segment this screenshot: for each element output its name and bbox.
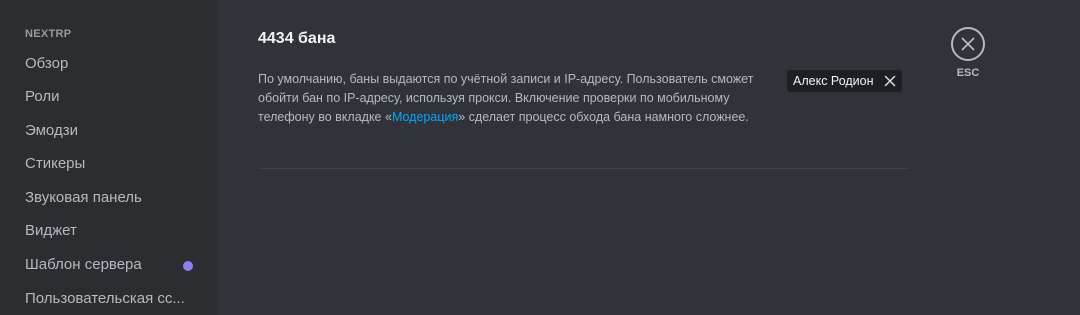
sidebar-item-label: Пользовательская сс... [25,290,185,307]
description-text-end: » сделает процесс обхода бана намного сл… [458,110,749,124]
divider [258,168,910,169]
sidebar-item-label: Стикеры [25,155,86,172]
sidebar-item-label: Виджет [25,222,77,239]
user-tag-name: Алекс Родион [793,74,874,88]
sidebar-server-name: NEXTRP [25,28,72,40]
page-title: 4434 бана [258,30,336,47]
sidebar-item-emoji[interactable]: Эмодзи [15,115,205,147]
close-settings: ESC [949,27,987,79]
sidebar-item-label: Шаблон сервера [25,256,142,273]
sidebar-item-widget[interactable]: Виджет [15,215,205,247]
new-badge-dot [183,261,193,271]
sidebar-item-custom-invite-link[interactable]: Пользовательская сс... [15,283,205,315]
close-icon [961,37,975,51]
server-settings-window: NEXTRP Обзор Роли Эмодзи Стикеры Звукова… [0,0,1080,315]
ban-search-user-tag: Алекс Родион [787,70,902,92]
bans-content: 4434 бана По умолчанию, баны выдаются по… [218,0,1080,315]
sidebar-item-stickers[interactable]: Стикеры [15,148,205,180]
sidebar-item-roles[interactable]: Роли [15,81,205,113]
bans-description: По умолчанию, баны выдаются по учётной з… [258,70,758,127]
sidebar-item-server-template[interactable]: Шаблон сервера [15,249,205,281]
close-button[interactable] [951,27,985,61]
sidebar-item-label: Эмодзи [25,122,78,139]
close-icon[interactable] [884,75,896,87]
esc-label: ESC [956,67,980,79]
sidebar-item-overview[interactable]: Обзор [15,48,205,80]
moderation-link[interactable]: Модерация [392,110,458,124]
sidebar-item-soundboard[interactable]: Звуковая панель [15,182,205,214]
sidebar-item-label: Звуковая панель [25,189,142,206]
settings-sidebar: NEXTRP Обзор Роли Эмодзи Стикеры Звукова… [0,0,218,315]
sidebar-item-label: Роли [25,88,60,105]
sidebar-item-label: Обзор [25,55,69,72]
